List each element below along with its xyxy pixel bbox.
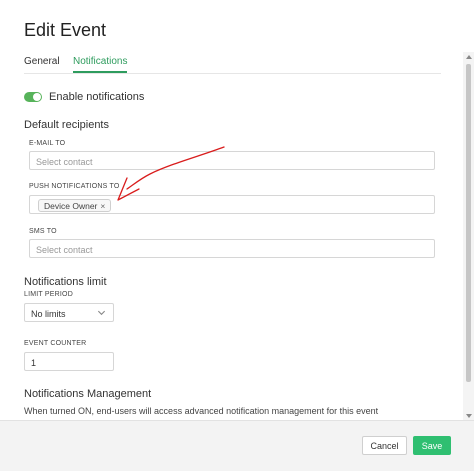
email-to-label: E-MAIL TO — [29, 140, 66, 147]
event-counter-value: 1 — [31, 358, 37, 368]
scroll-up-arrow-icon[interactable] — [466, 55, 472, 59]
email-to-placeholder: Select contact — [36, 157, 93, 167]
event-counter-label: EVENT COUNTER — [24, 340, 87, 347]
event-counter-input[interactable]: 1 — [24, 352, 114, 371]
scrollbar[interactable] — [463, 52, 474, 422]
tab-general[interactable]: General — [24, 56, 60, 67]
sms-to-placeholder: Select contact — [36, 245, 93, 255]
limit-period-select[interactable]: No limits — [24, 303, 114, 322]
device-owner-chip: Device Owner × — [38, 199, 112, 212]
save-button[interactable]: Save — [413, 436, 451, 455]
sms-to-label: SMS TO — [29, 228, 57, 235]
limit-period-label: LIMIT PERIOD — [24, 291, 73, 298]
push-notifications-to-input[interactable]: Device Owner × — [29, 195, 435, 214]
chevron-down-icon — [97, 310, 106, 316]
sms-to-input[interactable]: Select contact — [29, 239, 435, 258]
chip-label: Device Owner — [44, 201, 98, 211]
notifications-management-heading: Notifications Management — [24, 388, 152, 400]
enable-notifications-row: Enable notifications — [24, 91, 144, 103]
email-to-input[interactable]: Select contact — [29, 151, 435, 170]
notifications-management-description: When turned ON, end-users will access ad… — [24, 406, 379, 416]
dialog-footer: Cancel Save — [0, 420, 474, 471]
limit-period-value: No limits — [31, 309, 66, 319]
tab-notifications[interactable]: Notifications — [73, 56, 128, 73]
toggle-knob — [33, 93, 41, 101]
enable-notifications-toggle[interactable] — [24, 92, 42, 102]
enable-notifications-label: Enable notifications — [49, 91, 145, 103]
chip-remove-icon[interactable]: × — [100, 201, 105, 211]
tab-bar: General Notifications — [24, 56, 441, 74]
dialog-title: Edit Event — [24, 20, 107, 40]
scroll-down-arrow-icon[interactable] — [466, 414, 472, 418]
cancel-button[interactable]: Cancel — [362, 436, 407, 455]
default-recipients-heading: Default recipients — [24, 119, 109, 131]
notifications-limit-heading: Notifications limit — [24, 276, 107, 288]
scrollbar-thumb[interactable] — [466, 64, 471, 382]
push-notifications-to-label: PUSH NOTIFICATIONS TO — [29, 183, 120, 190]
